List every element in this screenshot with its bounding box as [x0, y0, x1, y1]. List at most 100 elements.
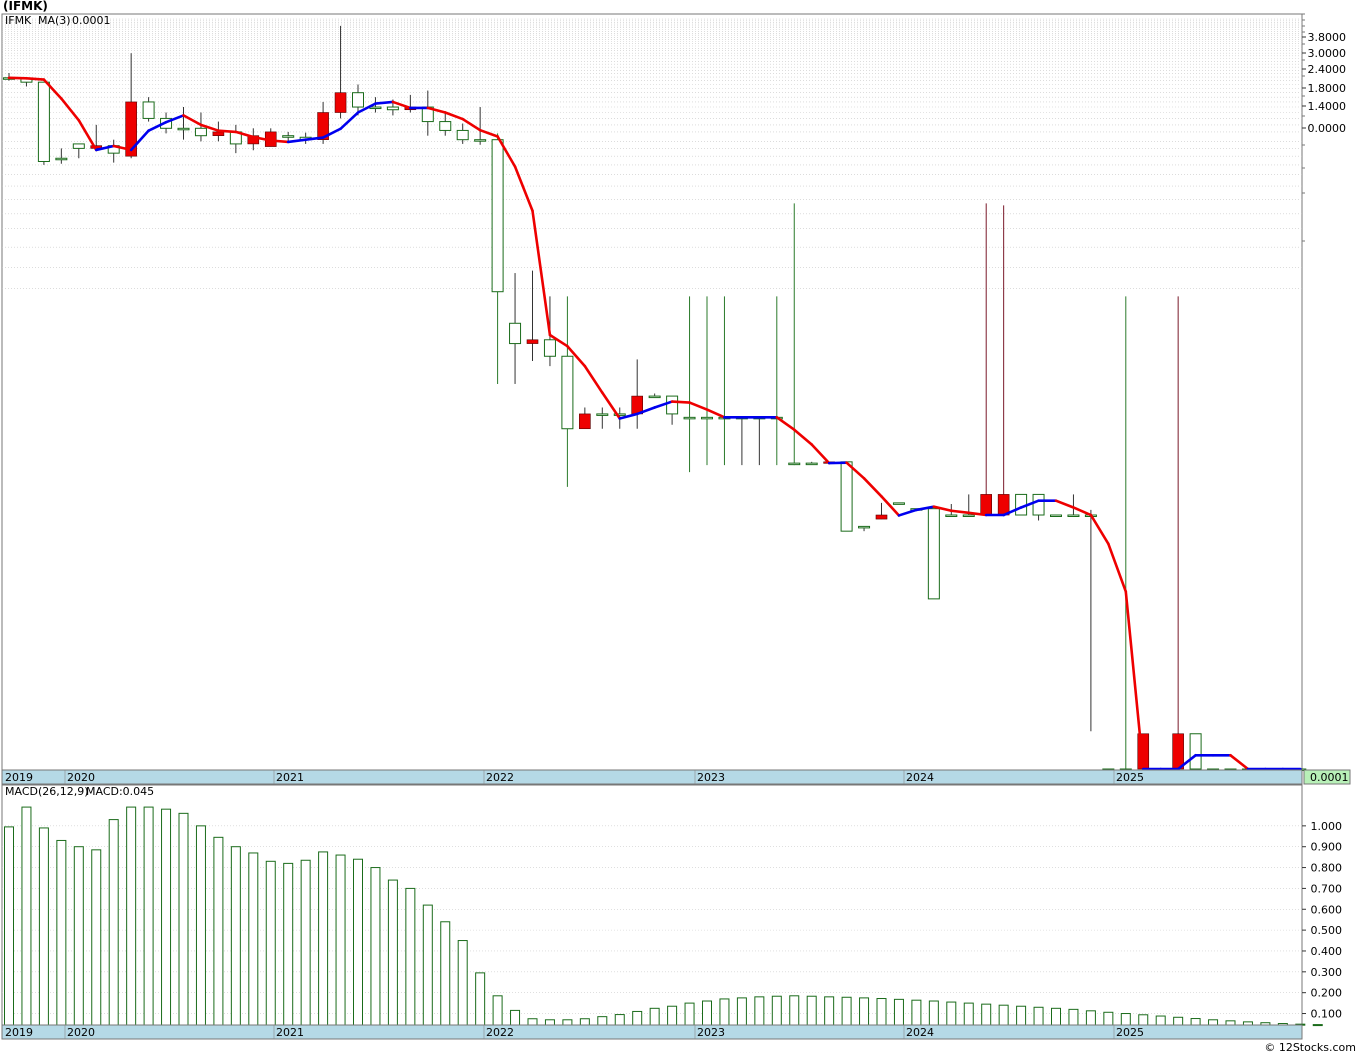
price-panel — [1, 13, 1303, 771]
year-label: 2023 — [697, 1026, 725, 1039]
macd-bar — [771, 995, 782, 1026]
macd-bar — [579, 1018, 590, 1026]
last-value-label: 0.0001 — [1310, 771, 1349, 784]
macd-bar — [946, 1001, 957, 1026]
macd-bar — [353, 858, 363, 1026]
price-candle-body — [858, 525, 871, 529]
macd-bar — [440, 921, 451, 1026]
macd-bar — [387, 879, 398, 1026]
ma-line-segment — [25, 77, 46, 81]
price-candle-body — [526, 339, 539, 344]
price-candle-body — [561, 355, 574, 430]
macd-bar — [492, 995, 503, 1026]
price-candle-body — [788, 462, 801, 466]
macd-bar — [702, 1000, 712, 1026]
ma-line-segment — [374, 100, 395, 105]
price-y-tick-label: 0.0000 — [1308, 122, 1347, 135]
macd-bar — [1103, 1011, 1114, 1026]
macd-bar — [1033, 1006, 1044, 1026]
price-candle-body — [55, 157, 68, 161]
macd-bar — [4, 826, 14, 1026]
macd-bar — [597, 1016, 608, 1026]
macd-y-axis: 1.000 0.900 0.800 0.700 0.600 0.500 0.400 0.300… — [1302, 820, 1342, 1021]
ma-line-segment — [217, 129, 238, 134]
price-y-tick-label: 1.4000 — [1308, 100, 1347, 113]
macd-bar — [562, 1019, 573, 1026]
macd-y-tick-label: 1.000 — [1311, 820, 1343, 833]
year-label: 2021 — [276, 1026, 304, 1039]
chart-title: (IFMK) — [3, 0, 48, 13]
macd-x-axis-band — [1, 1024, 1303, 1040]
price-y-tick-label: 3.0000 — [1308, 47, 1347, 60]
macd-bar — [789, 995, 800, 1026]
macd-y-tick-label: 0.900 — [1311, 841, 1343, 854]
macd-bar — [1051, 1007, 1061, 1026]
macd-bar — [1138, 1014, 1149, 1026]
macd-bar — [318, 851, 329, 1026]
macd-bar — [859, 997, 870, 1026]
price-y-tick-label: 2.4000 — [1308, 63, 1347, 76]
macd-bar — [335, 854, 346, 1026]
price-candle-body — [892, 502, 905, 505]
price-candle-body — [177, 127, 190, 131]
macd-legend: MACD(26,12,9) MACD:0.045 — [5, 785, 154, 798]
macd-bar — [876, 998, 887, 1026]
price-candle-body — [37, 81, 50, 162]
macd-bar — [841, 996, 852, 1026]
price-candle-body — [439, 121, 452, 131]
macd-bar — [21, 806, 32, 1026]
macd-y-tick-label: 0.400 — [1311, 945, 1343, 958]
price-candle-body — [980, 494, 993, 516]
price-candle-body — [805, 462, 818, 466]
macd-y-tick-label: 0.300 — [1311, 966, 1343, 979]
macd-bar — [544, 1019, 555, 1026]
price-candle-body — [962, 514, 975, 518]
macd-bar — [963, 1002, 974, 1026]
macd-bar — [893, 998, 904, 1026]
price-y-tick-label: 3.8000 — [1308, 31, 1347, 44]
macd-bar — [754, 996, 765, 1026]
ma-line-segment — [7, 76, 28, 80]
price-candle-body — [491, 139, 504, 293]
price-candle-body — [666, 395, 679, 415]
macd-bar — [614, 1014, 625, 1026]
macd-bar — [824, 996, 835, 1026]
macd-bar — [1173, 1016, 1184, 1026]
macd-bar — [405, 887, 416, 1026]
price-candle-body — [1050, 514, 1062, 518]
price-candle-body — [945, 514, 958, 518]
macd-bar — [736, 997, 747, 1026]
price-x-axis-band — [1, 769, 1303, 785]
price-candle-body — [840, 461, 853, 532]
macd-bar — [457, 940, 468, 1026]
macd-bar — [300, 859, 311, 1026]
macd-bar — [143, 806, 154, 1026]
macd-bar — [1208, 1019, 1219, 1026]
year-label: 2021 — [276, 771, 304, 784]
price-candle-body — [334, 92, 347, 113]
macd-legend-label: MACD(26,12,9) — [5, 785, 89, 798]
price-candle-body — [386, 106, 399, 111]
macd-bar — [1225, 1020, 1236, 1026]
year-label: 2020 — [67, 1026, 95, 1039]
macd-bar — [998, 1004, 1009, 1026]
legend-ma-label: MA(3) — [38, 14, 71, 27]
macd-bar — [981, 1003, 992, 1026]
macd-bar — [38, 827, 49, 1026]
year-label: 2020 — [67, 771, 95, 784]
macd-y-tick-label: 0.200 — [1311, 987, 1343, 1000]
price-y-axis: 3.8000 3.0000 2.4000 1.8000 1.4000 0.0000 — [1302, 13, 1347, 242]
price-candle-body — [701, 416, 713, 420]
macd-y-tick-label: 0.800 — [1311, 862, 1343, 875]
year-label: 2019 — [5, 771, 33, 784]
macd-y-tick-label: 0.500 — [1311, 924, 1343, 937]
price-candle-body — [596, 413, 609, 416]
year-label: 2023 — [697, 771, 725, 784]
ma-line-segment — [670, 400, 691, 404]
legend-symbol: IFMK — [5, 14, 32, 27]
year-label: 2024 — [906, 771, 934, 784]
price-candle-body — [282, 135, 295, 138]
year-label: 2025 — [1116, 1026, 1144, 1039]
price-candle-body — [509, 322, 522, 345]
price-candle-body — [194, 127, 207, 137]
